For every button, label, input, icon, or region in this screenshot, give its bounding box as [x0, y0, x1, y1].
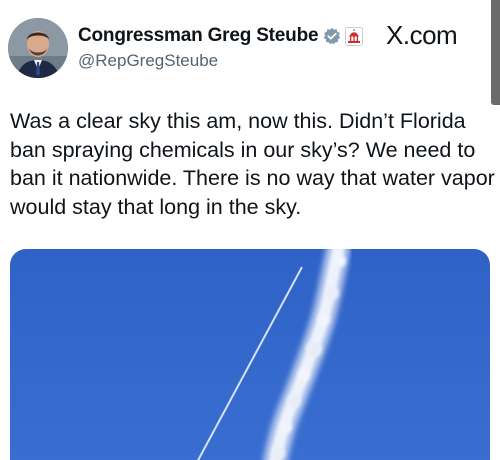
verified-badge-icon [323, 27, 341, 45]
author-display-name[interactable]: Congressman Greg Steube [78, 25, 319, 47]
sky-photo-contrail-icon [10, 249, 490, 460]
tweet-card: Congressman Greg Steube @RepGregSteube X… [0, 0, 500, 460]
x-com-logo[interactable]: X.com [386, 20, 458, 51]
tweet-media-photo[interactable] [10, 249, 490, 460]
tweet-body-text: Was a clear sky this am, now this. Didn’… [10, 109, 495, 219]
profile-photo-icon [8, 18, 68, 78]
us-capitol-affiliation-icon [345, 26, 364, 46]
author-handle[interactable]: @RepGregSteube [78, 51, 218, 71]
author-avatar[interactable] [8, 18, 68, 78]
author-name-row: Congressman Greg Steube [78, 24, 364, 48]
scrollbar-thumb[interactable] [491, 0, 500, 105]
